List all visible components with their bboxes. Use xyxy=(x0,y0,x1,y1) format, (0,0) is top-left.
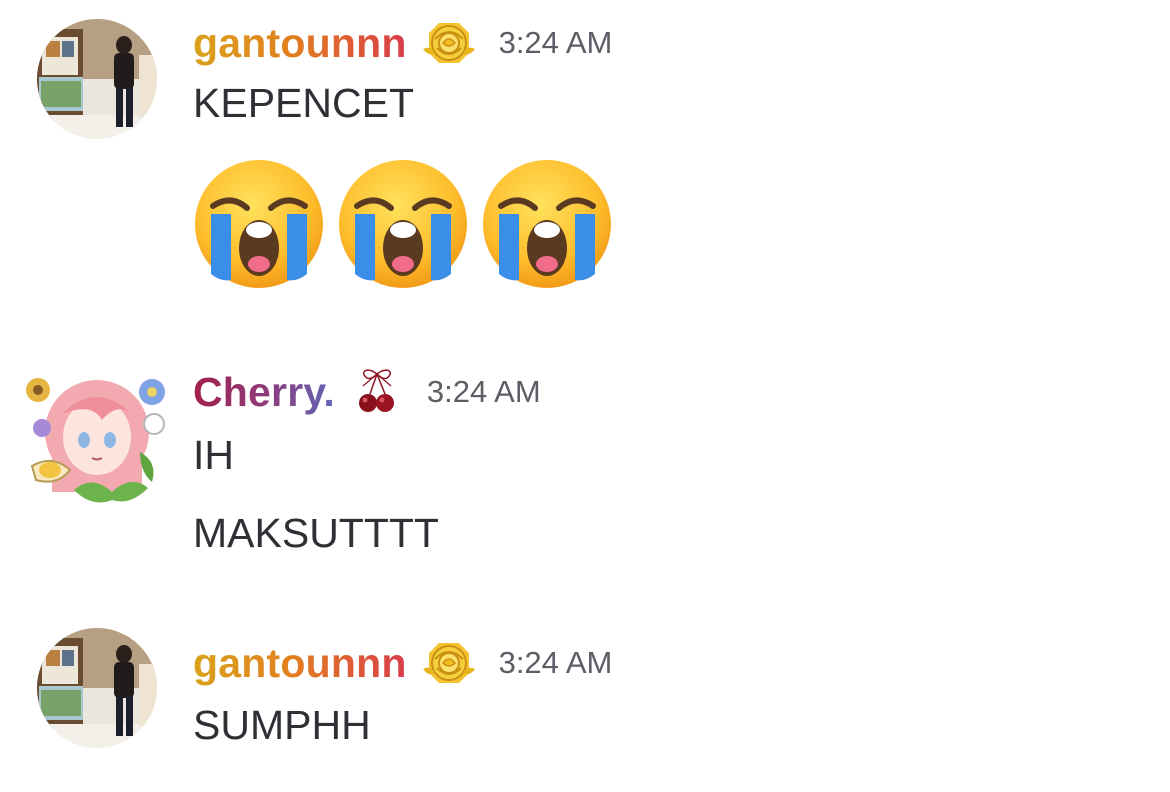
username[interactable]: gantounnn xyxy=(193,640,407,687)
message-text: SUMPHH xyxy=(193,702,371,748)
message-header: gantounnn 3:24 AM xyxy=(193,635,612,691)
yellow-rose-icon xyxy=(421,635,477,691)
timestamp[interactable]: 3:24 AM xyxy=(499,645,613,681)
avatar[interactable] xyxy=(37,628,157,748)
message-group: gantounnn 3:24 AM SUMPHH xyxy=(0,0,1170,792)
avatar-image xyxy=(37,628,157,748)
